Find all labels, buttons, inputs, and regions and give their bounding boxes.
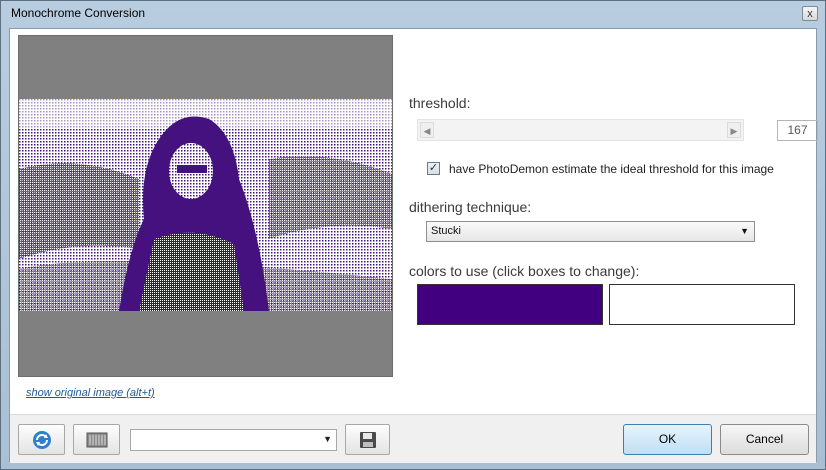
reset-button[interactable] [18,424,65,455]
preset-dropdown[interactable]: ▼ [130,429,337,451]
refresh-icon [32,430,51,449]
threshold-label: threshold: [409,95,471,111]
randomize-icon [86,432,107,447]
save-preset-icon [359,431,376,448]
dithering-label: dithering technique: [409,199,532,215]
randomize-button[interactable] [73,424,120,455]
window-title: Monochrome Conversion [11,6,146,20]
auto-threshold-label[interactable]: have PhotoDemon estimate the ideal thres… [449,162,774,176]
auto-threshold-checkbox[interactable]: ✓ [427,162,440,175]
cancel-button[interactable]: Cancel [720,424,809,455]
chevron-down-icon: ▼ [323,434,332,444]
close-icon: x [807,8,813,20]
show-original-link[interactable]: show original image (alt+t) [26,387,155,399]
ok-button[interactable]: OK [623,424,712,455]
slider-right-arrow-icon[interactable]: ▶ [727,122,741,138]
dithering-selected-value: Stucki [431,225,461,237]
color-swatch-light[interactable] [609,284,795,325]
color-swatch-dark[interactable] [417,284,603,325]
command-bar: ▼ OK Cancel [10,414,816,463]
dithering-dropdown[interactable]: Stucki ▼ [426,221,755,242]
dialog-window: Monochrome Conversion x show original im… [0,0,826,470]
chevron-down-icon: ▼ [740,226,749,236]
threshold-slider[interactable]: ◀ ▶ [417,119,744,141]
colors-label: colors to use (click boxes to change): [409,263,640,279]
preview-monochrome-image [19,99,392,311]
close-button[interactable]: x [802,6,818,21]
threshold-value-input[interactable]: 167 [777,120,818,141]
slider-left-arrow-icon[interactable]: ◀ [420,122,434,138]
save-preset-button[interactable] [345,424,390,455]
dialog-client-area: show original image (alt+t) threshold: ◀… [9,28,818,463]
title-bar: Monochrome Conversion x [1,1,825,27]
checkmark-icon: ✓ [428,162,439,174]
preview-image-area [18,35,393,377]
